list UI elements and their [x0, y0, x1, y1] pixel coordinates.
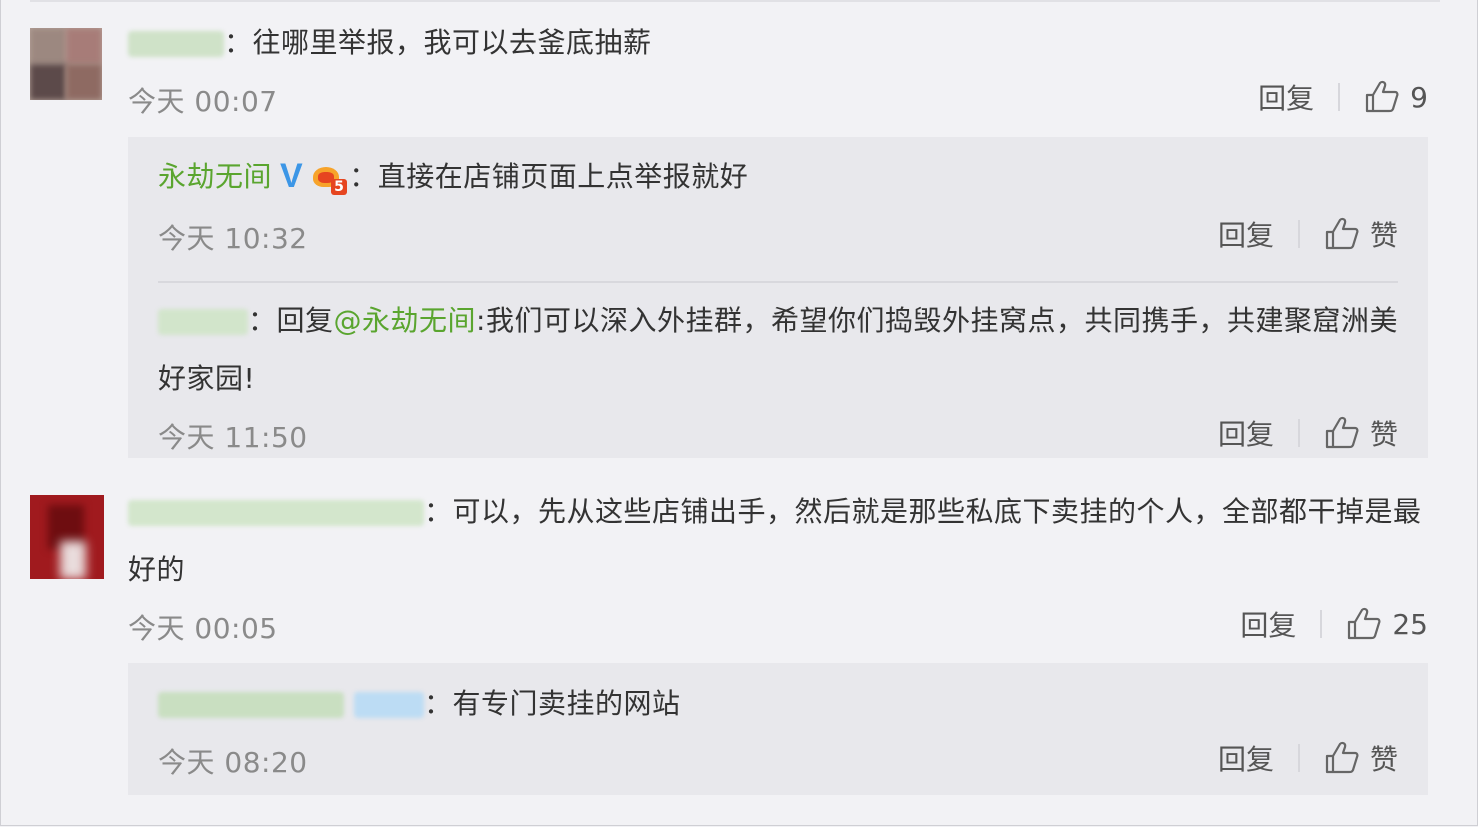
- like-button[interactable]: 赞: [1324, 738, 1398, 778]
- like-button[interactable]: 9: [1364, 80, 1428, 114]
- reply-meta: 今天 08:20 回复 赞: [158, 733, 1398, 783]
- reply-body: 有专门卖挂的网站: [452, 687, 681, 720]
- timestamp: 今天 00:07: [128, 85, 278, 118]
- action-divider: [1297, 419, 1300, 447]
- action-divider: [1338, 83, 1341, 111]
- reply-text: ：有专门卖挂的网站: [158, 675, 1398, 733]
- comment-meta: 今天 00:05 回复 25: [128, 599, 1428, 649]
- thumbs-up-icon: [1325, 741, 1359, 774]
- thumbs-up-icon: [1325, 416, 1359, 449]
- thumbs-up-icon: [1366, 80, 1399, 113]
- action-divider: [1297, 744, 1300, 772]
- comment-meta: 今天 00:07 回复 9: [128, 72, 1428, 122]
- reply-username[interactable]: 永劫无间: [158, 160, 272, 193]
- top-divider: [30, 0, 1440, 2]
- thumbs-up-icon: [1348, 607, 1381, 640]
- reply-button[interactable]: 回复: [1240, 604, 1296, 644]
- blurred-username[interactable]: [128, 500, 424, 526]
- timestamp: 今天 08:20: [158, 746, 308, 779]
- reply-actions: 回复 赞: [1218, 738, 1398, 778]
- comment-text: ：往哪里举报，我可以去釜底抽薪: [128, 14, 1428, 72]
- reply-button[interactable]: 回复: [1258, 77, 1314, 117]
- timestamp: 今天 10:32: [158, 222, 308, 255]
- mention-link[interactable]: @永劫无间: [334, 304, 477, 337]
- like-count: 25: [1392, 607, 1428, 641]
- reply-item: ：有专门卖挂的网站 今天 08:20 回复 赞: [128, 663, 1428, 783]
- like-label: 赞: [1369, 219, 1398, 252]
- blurred-badge: [354, 692, 424, 718]
- action-divider: [1320, 610, 1323, 638]
- reply-thread: ：有专门卖挂的网站 今天 08:20 回复 赞: [128, 663, 1428, 795]
- avatar[interactable]: [30, 28, 102, 100]
- vip-crown-icon[interactable]: 5: [309, 161, 348, 195]
- reply-actions: 回复 赞: [1218, 214, 1398, 254]
- thumbs-up-icon: [1325, 217, 1359, 250]
- verified-v-icon: V: [280, 157, 304, 195]
- blurred-username[interactable]: [158, 692, 344, 718]
- reply-body: 直接在店铺页面上点举报就好: [377, 160, 749, 193]
- like-count: 9: [1410, 80, 1428, 114]
- reply-meta: 今天 11:50 回复 赞: [158, 408, 1398, 458]
- reply-text: ：回复@永劫无间:我们可以深入外挂群，希望你们捣毁外挂窝点，共同携手，共建聚窟洲…: [158, 304, 1398, 395]
- comment-body: 往哪里举报，我可以去釜底抽薪: [252, 26, 652, 59]
- timestamp: 今天 11:50: [158, 421, 308, 454]
- reply-actions: 回复 赞: [1218, 413, 1398, 453]
- comment-actions: 回复 9: [1258, 77, 1428, 117]
- reply-button[interactable]: 回复: [1218, 738, 1274, 778]
- like-label: 赞: [1369, 743, 1398, 776]
- reply-text: 永劫无间 V 5 ：直接在店铺页面上点举报就好: [158, 147, 1398, 209]
- reply-item: 永劫无间 V 5 ：直接在店铺页面上点举报就好 今天 10:32 回复 赞: [128, 137, 1428, 259]
- reply-item: ：回复@永劫无间:我们可以深入外挂群，希望你们捣毁外挂窝点，共同携手，共建聚窟洲…: [128, 283, 1428, 458]
- like-button[interactable]: 25: [1346, 607, 1428, 641]
- timestamp: 今天 00:05: [128, 612, 278, 645]
- comment-text: ：可以，先从这些店铺出手，然后就是那些私底下卖挂的个人，全部都干掉是最好的: [128, 495, 1422, 586]
- like-label: 赞: [1369, 418, 1398, 451]
- like-button[interactable]: 赞: [1324, 413, 1398, 453]
- reply-button[interactable]: 回复: [1218, 214, 1274, 254]
- blurred-username[interactable]: [128, 31, 224, 57]
- reply-button[interactable]: 回复: [1218, 413, 1274, 453]
- blurred-username[interactable]: [158, 309, 248, 335]
- like-button[interactable]: 赞: [1324, 214, 1398, 254]
- reply-thread: 永劫无间 V 5 ：直接在店铺页面上点举报就好 今天 10:32 回复 赞 ：回复@永…: [128, 137, 1428, 458]
- action-divider: [1297, 220, 1300, 248]
- avatar[interactable]: [30, 495, 104, 579]
- comment-actions: 回复 25: [1240, 604, 1428, 644]
- reply-meta: 今天 10:32 回复 赞: [158, 209, 1398, 259]
